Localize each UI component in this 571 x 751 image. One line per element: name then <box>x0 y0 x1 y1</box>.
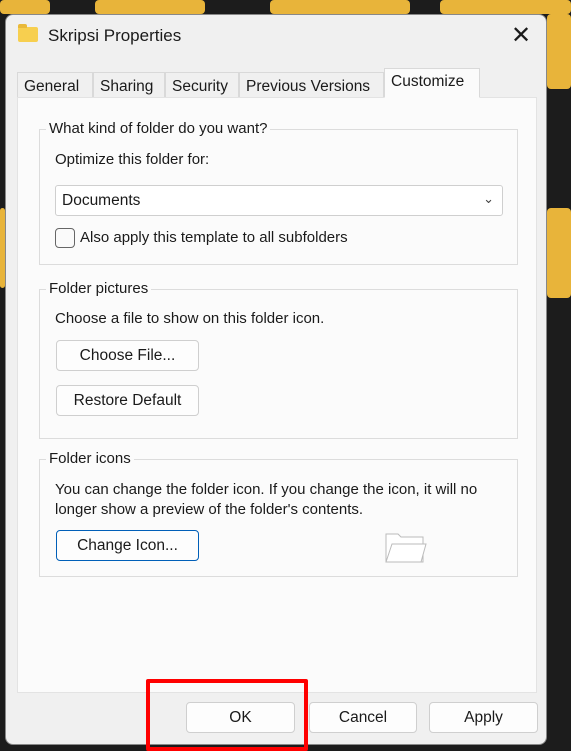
group-heading: Folder icons <box>46 450 134 467</box>
background-folder <box>440 0 571 14</box>
highlight-box <box>146 679 308 751</box>
chevron-down-icon: ⌄ <box>483 191 494 206</box>
change-icon-button[interactable]: Change Icon... <box>56 530 199 561</box>
background-folder <box>547 14 571 89</box>
background-folder <box>270 0 410 14</box>
folder-preview-icon <box>385 533 427 563</box>
choose-file-button[interactable]: Choose File... <box>56 340 199 371</box>
folder-icon <box>18 24 38 42</box>
tab-sharing[interactable]: Sharing <box>93 72 165 98</box>
background-folder <box>95 0 205 14</box>
folder-pictures-description: Choose a file to show on this folder ico… <box>55 310 325 327</box>
restore-default-button[interactable]: Restore Default <box>56 385 199 416</box>
folder-icons-description-2: longer show a preview of the folder's co… <box>55 501 364 518</box>
tab-security[interactable]: Security <box>165 72 239 98</box>
tab-previous-versions[interactable]: Previous Versions <box>239 72 384 98</box>
close-icon[interactable]: ✕ <box>506 21 536 51</box>
tab-customize[interactable]: Customize <box>384 68 480 98</box>
group-heading: What kind of folder do you want? <box>46 120 271 137</box>
apply-subfolders-checkbox[interactable] <box>55 228 75 248</box>
background-folder <box>0 0 50 14</box>
group-heading: Folder pictures <box>46 280 152 297</box>
background-folder <box>547 208 571 298</box>
folder-icons-description-1: You can change the folder icon. If you c… <box>55 481 478 498</box>
cancel-button[interactable]: Cancel <box>309 702 417 733</box>
window-title: Skripsi Properties <box>48 26 182 45</box>
optimize-label: Optimize this folder for: <box>55 151 210 168</box>
apply-subfolders-label[interactable]: Also apply this template to all subfolde… <box>80 229 348 246</box>
optimize-selected: Documents <box>62 192 141 209</box>
optimize-dropdown[interactable]: Documents ⌄ <box>55 185 503 216</box>
tab-general[interactable]: General <box>17 72 93 98</box>
title-bar: Skripsi Properties ✕ <box>6 15 546 59</box>
customize-panel: What kind of folder do you want? Optimiz… <box>17 97 537 693</box>
properties-dialog: Skripsi Properties ✕ General Sharing Sec… <box>5 14 547 745</box>
apply-button[interactable]: Apply <box>429 702 538 733</box>
